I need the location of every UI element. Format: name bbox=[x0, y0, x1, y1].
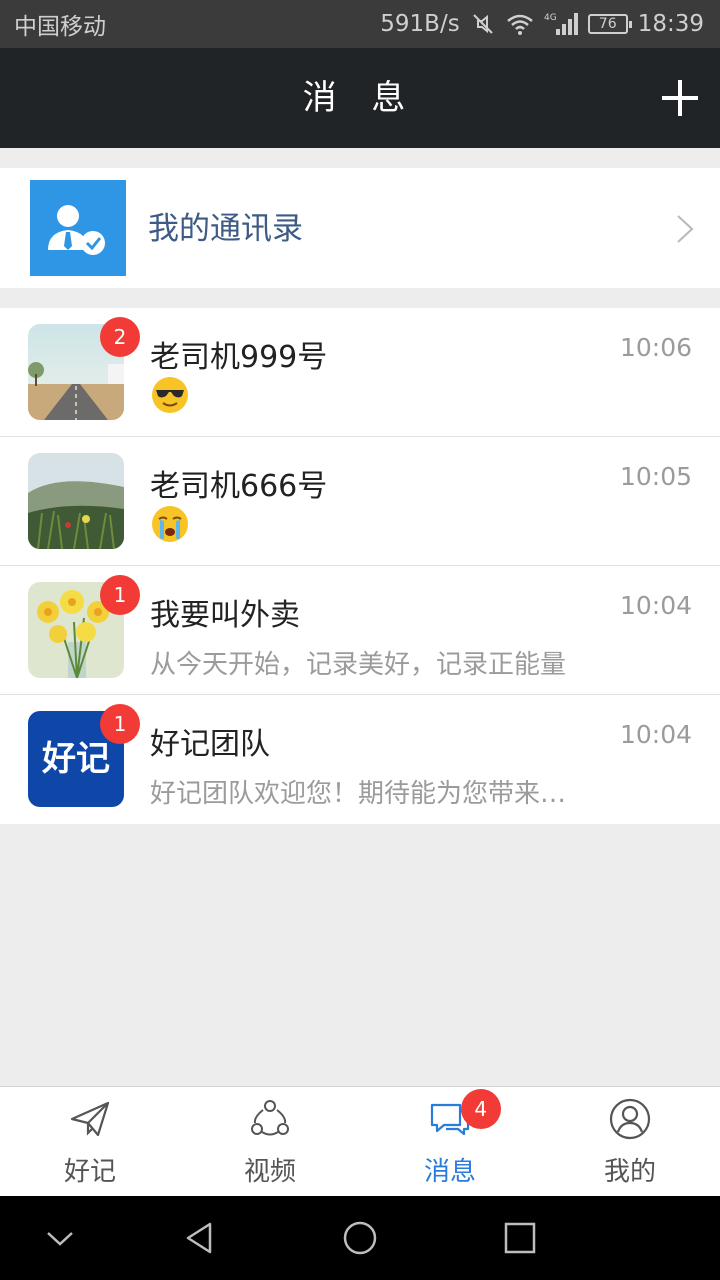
conversation-name: 好记团队 bbox=[150, 727, 270, 762]
conversation-row[interactable]: 2 老司机999号 10:06 bbox=[0, 308, 720, 437]
tab-label: 消息 bbox=[423, 1157, 476, 1187]
conversation-list: 2 老司机999号 10:06 老司机666号 10:05 1 我要叫外卖 10… bbox=[0, 308, 720, 824]
conversation-time: 10:04 bbox=[619, 720, 692, 749]
tab-label: 好记 bbox=[63, 1157, 116, 1187]
conversation-row[interactable]: 好记 1 好记团队 10:04 好记团队欢迎您！期待能为您带来… bbox=[0, 695, 720, 824]
battery-icon: 76 bbox=[587, 14, 632, 34]
unread-badge: 1 bbox=[100, 704, 140, 744]
title-bar: 消 息 bbox=[0, 48, 720, 148]
status-bar: 中国移动 591B/s 4G 76 18:39 bbox=[0, 0, 720, 48]
tab-messages[interactable]: 4 消息 bbox=[360, 1087, 540, 1196]
network-type: 4G bbox=[544, 13, 557, 23]
contacts-entry[interactable]: 我的通讯录 bbox=[0, 168, 720, 288]
share-circles-icon bbox=[251, 1100, 289, 1136]
crying-emoji-icon bbox=[152, 506, 188, 542]
tab-unread-badge: 4 bbox=[460, 1089, 501, 1129]
paper-plane-icon bbox=[70, 1101, 110, 1137]
back-triangle-icon[interactable] bbox=[180, 1218, 220, 1258]
tab-video[interactable]: 视频 bbox=[180, 1087, 360, 1196]
carrier-label: 中国移动 bbox=[14, 14, 106, 40]
mute-icon bbox=[470, 11, 496, 37]
conversation-time: 10:05 bbox=[619, 462, 692, 491]
status-icons: 591B/s 4G 76 18:39 bbox=[380, 11, 704, 37]
conversation-preview: 从今天开始，记录美好，记录正能量 bbox=[150, 650, 567, 680]
chevron-right-icon bbox=[677, 215, 694, 243]
conversation-time: 10:04 bbox=[619, 591, 692, 620]
home-circle-icon[interactable] bbox=[340, 1218, 380, 1258]
conversation-time: 10:06 bbox=[619, 333, 692, 362]
tab-haoji[interactable]: 好记 bbox=[0, 1087, 180, 1196]
unread-badge: 2 bbox=[100, 317, 140, 357]
chevron-down-icon[interactable] bbox=[40, 1218, 80, 1258]
signal-icon: 4G bbox=[544, 11, 578, 37]
page-title: 消 息 bbox=[302, 78, 418, 118]
conversation-preview: 好记团队欢迎您！期待能为您带来… bbox=[150, 779, 567, 809]
wifi-icon bbox=[506, 12, 534, 36]
conversation-name: 老司机999号 bbox=[150, 340, 328, 375]
plus-icon bbox=[662, 80, 698, 116]
tab-me[interactable]: 我的 bbox=[540, 1087, 720, 1196]
tab-label: 我的 bbox=[603, 1157, 656, 1187]
conversation-name: 老司机666号 bbox=[150, 469, 328, 504]
contacts-label: 我的通讯录 bbox=[148, 211, 303, 247]
conversation-name: 我要叫外卖 bbox=[150, 598, 300, 633]
sunglasses-emoji-icon bbox=[152, 377, 188, 413]
conversation-row[interactable]: 老司机666号 10:05 bbox=[0, 437, 720, 566]
conversation-row[interactable]: 1 我要叫外卖 10:04 从今天开始，记录美好，记录正能量 bbox=[0, 566, 720, 695]
clock: 18:39 bbox=[637, 11, 704, 37]
system-nav-bar bbox=[0, 1196, 720, 1280]
net-speed: 591B/s bbox=[380, 11, 460, 37]
user-circle-icon bbox=[609, 1098, 651, 1140]
recents-square-icon[interactable] bbox=[500, 1218, 540, 1258]
avatar bbox=[28, 453, 124, 549]
bottom-tab-bar: 好记 视频 4 消息 我的 bbox=[0, 1086, 720, 1196]
unread-badge: 1 bbox=[100, 575, 140, 615]
tab-label: 视频 bbox=[243, 1157, 296, 1187]
add-button[interactable] bbox=[660, 78, 700, 118]
contacts-verified-icon bbox=[30, 180, 126, 276]
